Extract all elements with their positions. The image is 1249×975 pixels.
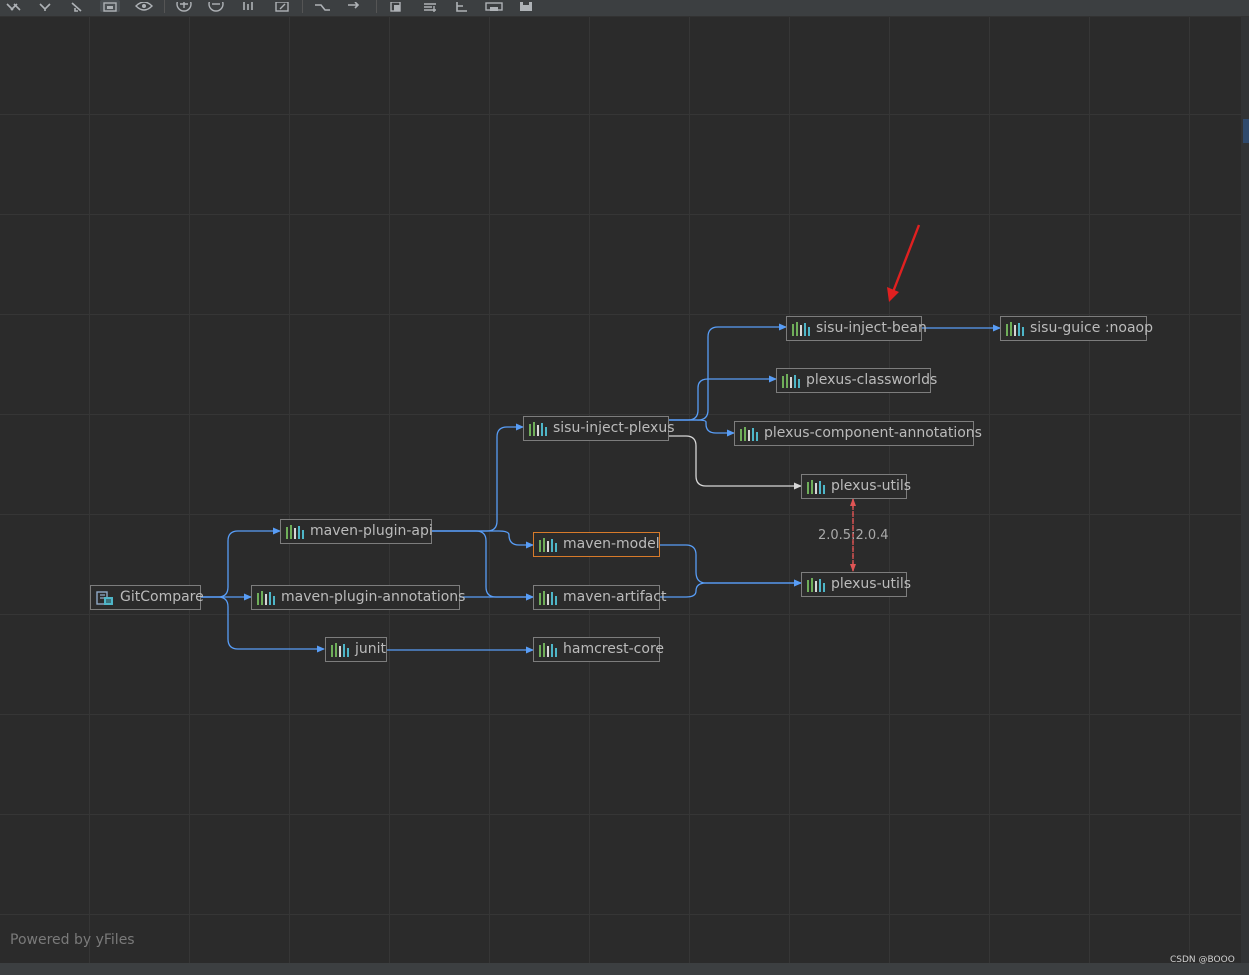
library-icon (806, 577, 826, 593)
library-icon (256, 590, 276, 606)
node-junit[interactable]: junit (325, 637, 387, 662)
library-icon (781, 373, 801, 389)
node-label: maven-model (563, 536, 660, 552)
library-icon (806, 479, 826, 495)
node-label: plexus-utils (831, 478, 912, 494)
node-sisu-inject-plexus[interactable]: sisu-inject-plexus (523, 416, 675, 441)
edge-maven-artifact-plexus-utils (660, 579, 802, 598)
edge-sisu-inject-plexus-plexus-classworlds (669, 375, 777, 421)
node-plexus-utils-conflict[interactable]: plexus-utils (801, 572, 911, 597)
edge-sisu-inject-plexus-sisu-inject-bean (669, 323, 787, 421)
node-label: sisu-inject-plexus (553, 420, 675, 436)
edge-maven-plugin-api-sisu-inject-plexus (432, 423, 524, 532)
library-icon (528, 421, 548, 437)
library-icon (538, 537, 558, 553)
conflict-version-label: 2.0.5:2.0.4 (818, 528, 889, 543)
node-label: plexus-utils (831, 576, 912, 592)
edge-maven-model-plexus-utils (660, 544, 802, 587)
node-maven-model[interactable]: maven-model (533, 532, 660, 557)
node-plexus-classworlds[interactable]: plexus-classworlds (776, 368, 937, 393)
library-icon (330, 642, 350, 658)
node-gitcompare[interactable]: GitCompare (90, 585, 204, 610)
watermark: CSDN @BOOO (1170, 955, 1235, 965)
dependency-edges (201, 224, 1001, 654)
node-sisu-guice[interactable]: sisu-guice :noaop (1000, 316, 1153, 341)
node-label: sisu-inject-bean (816, 320, 927, 336)
node-label: maven-plugin-annotations (281, 589, 466, 605)
library-icon (538, 590, 558, 606)
node-maven-plugin-api[interactable]: maven-plugin-api (280, 519, 433, 544)
node-maven-artifact[interactable]: maven-artifact (533, 585, 666, 610)
node-plexus-component-annotations[interactable]: plexus-component-annotations (734, 421, 982, 446)
node-label: sisu-guice :noaop (1030, 320, 1153, 336)
node-maven-plugin-annotations[interactable]: maven-plugin-annotations (251, 585, 465, 610)
edge-sisu-inject-plexus-plexus-component-annotations (669, 419, 735, 437)
library-icon (739, 426, 759, 442)
node-label: junit (355, 641, 387, 657)
node-label: hamcrest-core (563, 641, 665, 657)
node-label: plexus-component-annotations (764, 425, 982, 441)
library-icon (538, 642, 558, 658)
library-icon (1005, 321, 1025, 337)
node-label: maven-plugin-api (310, 523, 433, 539)
annotation-arrow (887, 224, 921, 302)
powered-by-label: Powered by yFiles (10, 932, 135, 948)
node-sisu-inject-bean[interactable]: sisu-inject-bean (786, 316, 927, 341)
node-label: GitCompare (120, 589, 204, 605)
library-icon (791, 321, 811, 337)
node-hamcrest-core[interactable]: hamcrest-core (533, 637, 664, 662)
node-plexus-utils[interactable]: plexus-utils (801, 474, 911, 499)
node-label: maven-artifact (563, 589, 667, 605)
node-label: plexus-classworlds (806, 372, 938, 388)
module-icon (95, 590, 115, 606)
library-icon (285, 524, 305, 540)
